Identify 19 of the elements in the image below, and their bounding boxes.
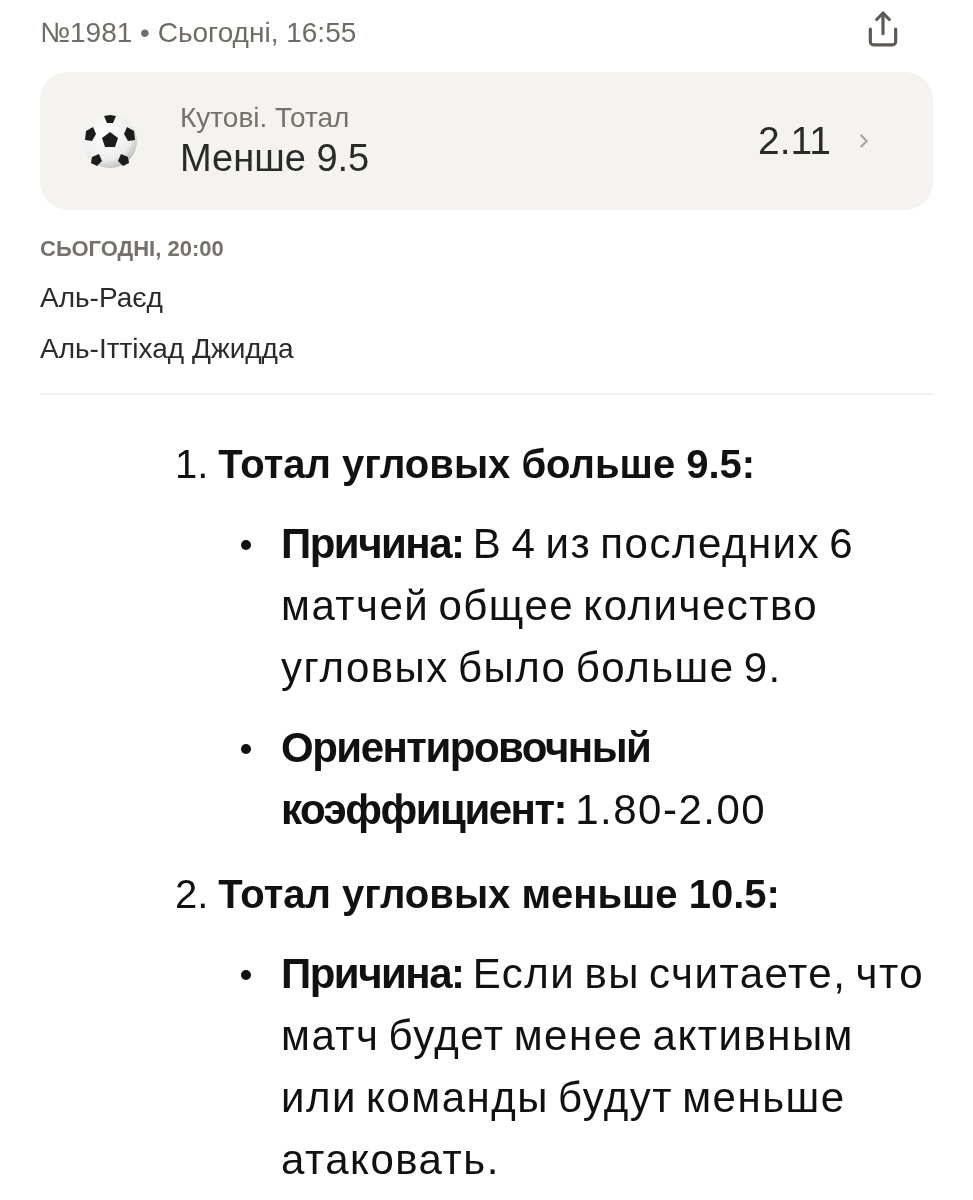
bet-number-time: №1981 • Сьогодні, 16:55 — [40, 17, 357, 49]
bullet-icon — [241, 540, 251, 550]
list-heading: Тотал угловых меньше 10.5: — [218, 871, 780, 918]
bet-card[interactable]: Кутові. Тотал Менше 9.5 2.11 — [40, 72, 933, 210]
bullet-text: Ориентировочный коэффициент: 1.80-2.00 — [281, 723, 768, 835]
match-time: СЬОГОДНІ, 20:00 — [40, 235, 225, 263]
market-label: Кутові. Тотал — [180, 102, 351, 134]
bullet-text: Причина: Если вы считаете, что матч будет менее активным или команды будут меньше атаковать. — [281, 949, 926, 1185]
selection-label: Менше 9.5 — [180, 136, 371, 180]
bullet-text: Причина: В 4 из последних 6 матчей общее количество угловых было больше 9. — [281, 519, 856, 693]
list-number: 2. — [175, 871, 209, 918]
team-name: Аль-Іттіхад Джидда — [40, 333, 295, 365]
soccer-ball-icon — [82, 113, 138, 169]
list-heading: Тотал угловых больше 9.5: — [218, 441, 756, 488]
odds-value: 2.11 — [758, 119, 831, 163]
team-name: Аль-Раєд — [40, 282, 164, 314]
bullet-icon — [241, 744, 251, 754]
list-number: 1. — [175, 441, 209, 488]
bullet-icon — [241, 970, 251, 980]
